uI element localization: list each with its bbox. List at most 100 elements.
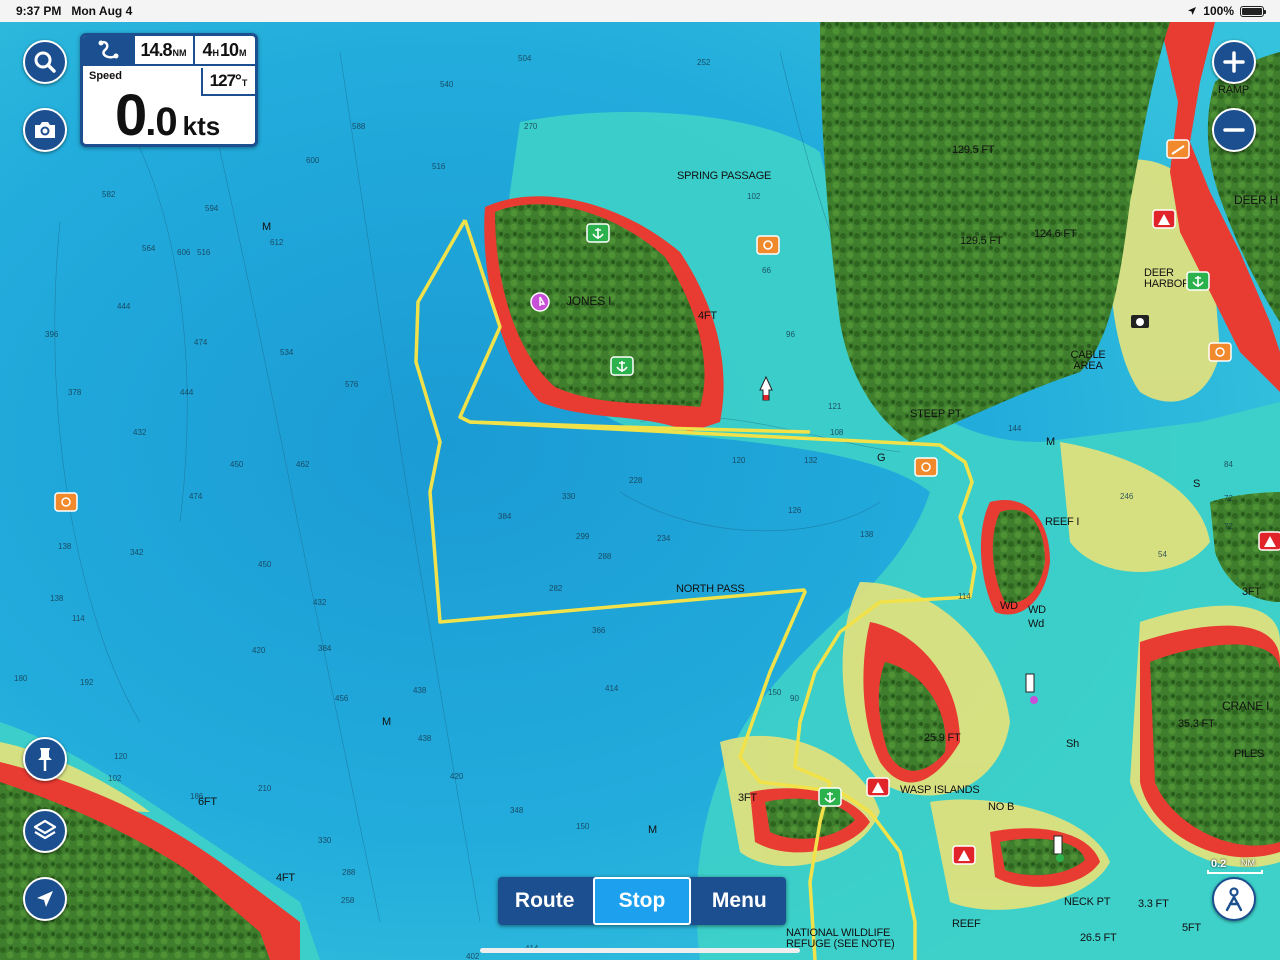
label-elev-1: 129.5 FT <box>952 144 995 156</box>
pin-icon <box>38 748 52 771</box>
status-date: Mon Aug 4 <box>71 4 133 18</box>
depth-sounding: 504 <box>518 54 532 63</box>
depth-sounding: 420 <box>450 772 464 781</box>
profile-button[interactable] <box>1212 877 1256 921</box>
depth-sounding: 96 <box>786 330 795 339</box>
depth-sounding: 438 <box>418 734 432 743</box>
depth-sounding: 150 <box>576 822 590 831</box>
route-button[interactable]: Route <box>498 877 591 925</box>
depth-sounding: 576 <box>345 380 359 389</box>
label-national-wildlife: NATIONAL WILDLIFE REFUGE (SEE NOTE) <box>786 927 895 950</box>
stop-button[interactable]: Stop <box>593 877 691 925</box>
depth-sounding: 108 <box>830 428 844 437</box>
depth-sounding: 84 <box>1224 460 1233 469</box>
label-m-4: M <box>1046 436 1055 448</box>
menu-button[interactable]: Menu <box>693 877 786 925</box>
depth-sounding: 600 <box>306 156 320 165</box>
camera-button[interactable] <box>23 108 67 152</box>
depth-sounding: 516 <box>432 162 446 171</box>
pin-button[interactable] <box>23 737 67 781</box>
label-ramp: RAMP <box>1218 84 1249 96</box>
depth-sounding: 90 <box>790 694 799 703</box>
label-g: G <box>877 452 886 464</box>
depth-sounding: 138 <box>58 542 72 551</box>
speed-label: Speed <box>89 70 123 82</box>
distance-value: 14.8 <box>140 40 172 60</box>
speed-int: 0 <box>115 83 147 147</box>
depth-sounding: 378 <box>68 388 82 397</box>
label-elev-2: 129.5 FT <box>960 235 1003 247</box>
depth-sounding: 444 <box>180 388 194 397</box>
depth-sounding: 384 <box>318 644 332 653</box>
chart-map[interactable]: 540 504 252 588 600 516 582 594 612 606 564 516 444 4… <box>0 22 1280 960</box>
depth-sounding: 342 <box>130 548 144 557</box>
label-jones-island: JONES I <box>566 294 612 308</box>
home-indicator[interactable] <box>480 948 800 953</box>
ttg-minutes: 10 <box>219 40 239 60</box>
ttg-hours-unit: H <box>212 48 219 58</box>
depth-sounding: 366 <box>592 626 606 635</box>
depth-sounding: 540 <box>440 80 454 89</box>
depth-sounding: 66 <box>762 266 771 275</box>
label-reef-island: REEF I <box>1045 516 1080 528</box>
depth-sounding: 138 <box>50 594 64 603</box>
depth-sounding: 150 <box>768 688 782 697</box>
depth-sounding: 126 <box>788 506 802 515</box>
label-m-2: M <box>382 716 391 728</box>
plus-icon <box>1223 51 1245 73</box>
depth-sounding: 432 <box>313 598 327 607</box>
instrument-panel[interactable]: 14.8 NM 4 H 10 M Speed 127° T 0 .0 kts <box>80 33 258 147</box>
depth-sounding: 138 <box>860 530 874 539</box>
depth-sounding: 288 <box>598 552 612 561</box>
label-ft-4: 4FT <box>276 872 295 884</box>
search-button[interactable] <box>23 40 67 84</box>
label-ft-3: 6FT <box>198 796 217 808</box>
route-icon-box <box>83 36 135 64</box>
depth-sounding: 330 <box>562 492 576 501</box>
label-no-b: NO B <box>988 801 1015 813</box>
depth-sounding: 114 <box>72 614 85 623</box>
depth-sounding: 462 <box>296 460 310 469</box>
label-spring-passage: SPRING PASSAGE <box>677 170 772 182</box>
label-steep-pt: STEEP PT <box>910 408 962 420</box>
route-toolbar: Route Stop Menu <box>498 877 786 925</box>
depth-sounding: 432 <box>133 428 147 437</box>
depth-sounding: 246 <box>1120 492 1134 501</box>
label-elev-3: 124.6 FT <box>1034 228 1077 240</box>
zoom-out-button[interactable] <box>1212 108 1256 152</box>
battery-percent: 100% <box>1203 4 1234 18</box>
label-neck-pt: NECK PT <box>1064 896 1111 908</box>
depth-sounding: 594 <box>205 204 219 213</box>
depth-sounding: 121 <box>828 402 842 411</box>
label-elev-4: 35.3 FT <box>1178 718 1215 730</box>
depth-sounding: 252 <box>697 58 711 67</box>
zoom-in-button[interactable] <box>1212 40 1256 84</box>
heading-ref: T <box>241 78 248 88</box>
label-ft-5: 5FT <box>1182 922 1201 934</box>
depth-sounding: 456 <box>335 694 349 703</box>
label-m-3: M <box>648 824 657 836</box>
label-elev-6: 26.5 FT <box>1080 932 1117 944</box>
depth-sounding: 228 <box>629 476 643 485</box>
depth-sounding: 288 <box>342 868 356 877</box>
status-time: 9:37 PM <box>16 4 62 18</box>
ttg-hours: 4 <box>202 40 212 60</box>
label-ft-2: 3FT <box>1242 586 1261 598</box>
label-deer-harbor: DEER HARBOR <box>1144 267 1190 290</box>
label-jones-depth: 4FT <box>698 310 717 322</box>
label-cable-area: CABLE AREA <box>1070 349 1106 372</box>
depth-sounding: 299 <box>576 532 590 541</box>
depth-sounding: 420 <box>252 646 266 655</box>
depth-sounding: 210 <box>258 784 272 793</box>
route-icon <box>98 40 119 59</box>
depth-sounding: 612 <box>270 238 284 247</box>
label-wasp-islands: WASP ISLANDS <box>900 784 980 796</box>
battery-fill <box>1242 7 1262 15</box>
layers-button[interactable] <box>23 809 67 853</box>
battery-icon <box>1240 5 1266 17</box>
depth-sounding: 348 <box>510 806 524 815</box>
locate-button[interactable] <box>23 877 67 921</box>
depth-sounding: 54 <box>1158 550 1167 559</box>
depth-sounding: 270 <box>524 122 538 131</box>
scale-value: 0.2 <box>1211 858 1227 870</box>
